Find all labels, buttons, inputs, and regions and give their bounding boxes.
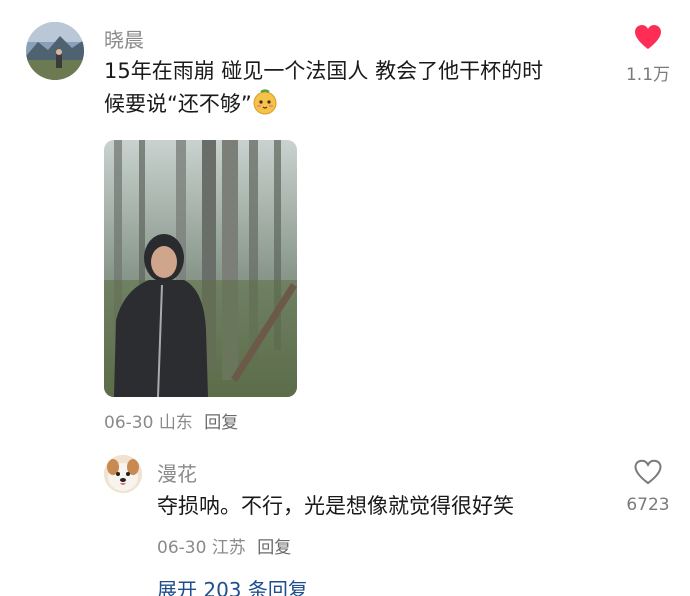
comment-line-1: 15年在雨崩 碰见一个法国人 教会了他干杯的时 (104, 59, 544, 83)
comment-photo[interactable] (104, 140, 297, 397)
like-count: 1.1万 (625, 65, 671, 85)
blushing-face-emoji (252, 89, 278, 115)
heart-filled-icon (635, 25, 661, 49)
username[interactable]: 晓晨 (104, 24, 144, 53)
reply-reply-button[interactable]: 回复 (257, 538, 291, 558)
comment-line-2-text: 候要说“还不够” (104, 92, 252, 116)
reply-like-button[interactable]: 6723 (618, 459, 678, 515)
like-button[interactable]: 1.1万 (618, 24, 678, 85)
forest-photo (104, 140, 297, 397)
avatar-image (26, 22, 84, 80)
avatar[interactable] (26, 22, 84, 80)
reply-location: 江苏 (211, 538, 246, 558)
comment-line-2: 候要说“还不够” (104, 88, 614, 121)
reply-date: 06-30 (157, 538, 207, 558)
comment-meta: 06-30 山东 回复 (104, 408, 238, 433)
reply-button[interactable]: 回复 (204, 413, 238, 433)
dog-avatar-image (104, 455, 142, 493)
comment-text: 15年在雨崩 碰见一个法国人 教会了他干杯的时 候要说“还不够” (104, 55, 614, 121)
reply-like-count: 6723 (626, 495, 670, 515)
reply-text: 夺损呐。不行，光是想像就觉得很好笑 (157, 494, 514, 518)
heart-outline-icon (634, 459, 662, 485)
comment-thread: 晓晨 15年在雨崩 碰见一个法国人 教会了他干杯的时 候要说“还不够” 1.1万 (0, 0, 690, 596)
reply-avatar[interactable] (104, 455, 142, 493)
comment-location: 山东 (158, 413, 193, 433)
reply-meta: 06-30 江苏 回复 (157, 533, 291, 558)
reply-username[interactable]: 漫花 (157, 458, 197, 487)
expand-replies-link[interactable]: 展开 203 条回复 (157, 574, 308, 596)
comment-date: 06-30 (104, 413, 154, 433)
